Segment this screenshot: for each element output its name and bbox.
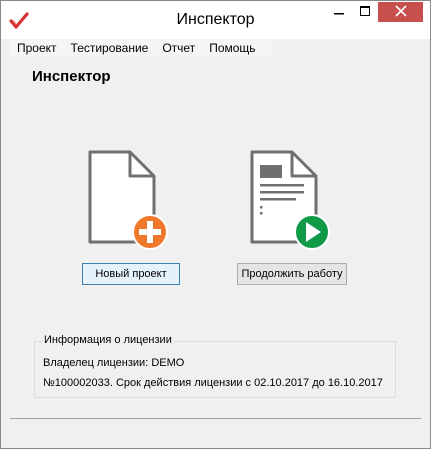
close-icon <box>394 4 407 20</box>
main-panel: Инспектор Новый проект Продолжить работу… <box>10 58 421 440</box>
menu-bar: Проект Тестирование Отчет Помощь <box>10 39 272 57</box>
new-project-button[interactable]: Новый проект <box>82 263 180 285</box>
menu-testing[interactable]: Тестирование <box>64 41 156 55</box>
menu-project[interactable]: Проект <box>10 41 64 55</box>
minimize-icon <box>334 5 344 19</box>
status-divider <box>10 418 421 419</box>
license-validity: №100002033. Срок действия лицензии с 02.… <box>43 377 383 389</box>
minimize-button[interactable] <box>326 2 352 22</box>
document-play-icon[interactable] <box>248 150 333 250</box>
page-title: Инспектор <box>32 68 111 85</box>
menu-report[interactable]: Отчет <box>155 41 202 55</box>
title-bar[interactable]: Инспектор <box>1 1 430 39</box>
new-document-plus-icon[interactable] <box>86 150 171 250</box>
continue-work-button[interactable]: Продолжить работу <box>237 263 347 285</box>
menu-help[interactable]: Помощь <box>202 41 262 55</box>
license-group-title: Информация о лицензии <box>42 334 174 346</box>
license-info-group: Информация о лицензии Владелец лицензии:… <box>34 334 396 398</box>
license-owner: Владелец лицензии: DEMO <box>43 357 185 369</box>
close-button[interactable] <box>378 2 423 22</box>
maximize-button[interactable] <box>352 2 378 22</box>
app-window: Инспектор Проект Тестирование Отчет Помо… <box>0 0 431 449</box>
maximize-icon <box>360 5 370 19</box>
